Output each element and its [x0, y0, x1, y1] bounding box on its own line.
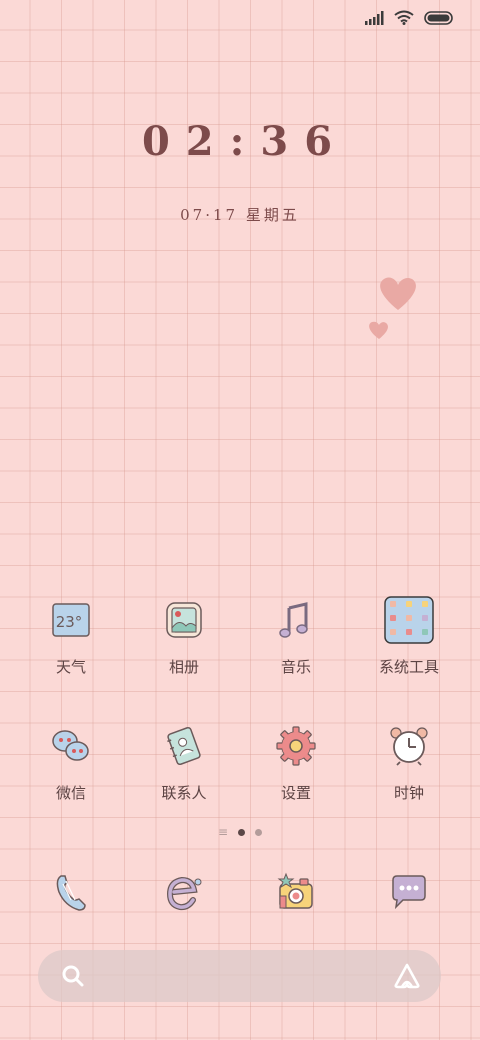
- app-system-tools-folder[interactable]: 系统工具: [359, 596, 459, 677]
- home-list-icon[interactable]: ≡: [218, 826, 228, 838]
- lockscreen-date: 07·17 星期五: [180, 206, 300, 224]
- app-weather[interactable]: 23° 天气: [21, 598, 121, 677]
- search-icon[interactable]: [60, 963, 86, 989]
- page-dot-active[interactable]: [238, 829, 246, 836]
- phone-icon: [56, 875, 86, 911]
- wifi-icon: [394, 10, 414, 25]
- music-icon: [279, 602, 308, 638]
- lockscreen-time: 02:36: [141, 118, 349, 165]
- camera-icon: [277, 872, 313, 909]
- hearts-decoration: [369, 277, 416, 339]
- app-gallery[interactable]: 相册: [134, 598, 234, 677]
- wechat-icon: [52, 730, 89, 761]
- messages-icon: [392, 875, 426, 910]
- dock-browser[interactable]: [134, 870, 234, 914]
- gallery-icon: [166, 602, 202, 638]
- app-label: 微信: [55, 784, 86, 802]
- app-wechat[interactable]: 微信: [21, 724, 121, 803]
- app-clock[interactable]: 时钟: [359, 724, 459, 803]
- status-bar: [364, 10, 454, 25]
- dock-messages[interactable]: [359, 870, 459, 914]
- app-label: 系统工具: [378, 658, 439, 676]
- app-music[interactable]: 音乐: [246, 598, 346, 677]
- battery-icon: [424, 10, 453, 25]
- app-settings[interactable]: 设置: [246, 724, 346, 803]
- heart-icon: [369, 321, 388, 339]
- clock-icon: [390, 727, 428, 766]
- weather-temp: 23°: [56, 613, 83, 631]
- page-dot[interactable]: [255, 829, 263, 836]
- app-label: 联系人: [161, 784, 207, 802]
- dock-camera[interactable]: [246, 870, 346, 914]
- app-label: 天气: [55, 658, 86, 676]
- settings-icon: [276, 726, 316, 766]
- search-bar[interactable]: [38, 950, 441, 1002]
- contacts-icon: [167, 726, 201, 766]
- app-contacts[interactable]: 联系人: [134, 724, 234, 803]
- dock-phone[interactable]: [21, 870, 121, 914]
- system-tools-folder-icon: [384, 596, 434, 644]
- assistant-icon[interactable]: [393, 963, 421, 989]
- heart-icon: [380, 277, 416, 310]
- signal-icon: [365, 10, 384, 25]
- weather-icon: 23°: [52, 603, 90, 637]
- app-label: 时钟: [393, 784, 424, 802]
- page-indicator: ≡: [0, 826, 480, 838]
- browser-icon: [166, 876, 202, 911]
- app-label: 设置: [280, 784, 311, 802]
- app-label: 音乐: [280, 658, 311, 676]
- app-label: 相册: [168, 658, 199, 676]
